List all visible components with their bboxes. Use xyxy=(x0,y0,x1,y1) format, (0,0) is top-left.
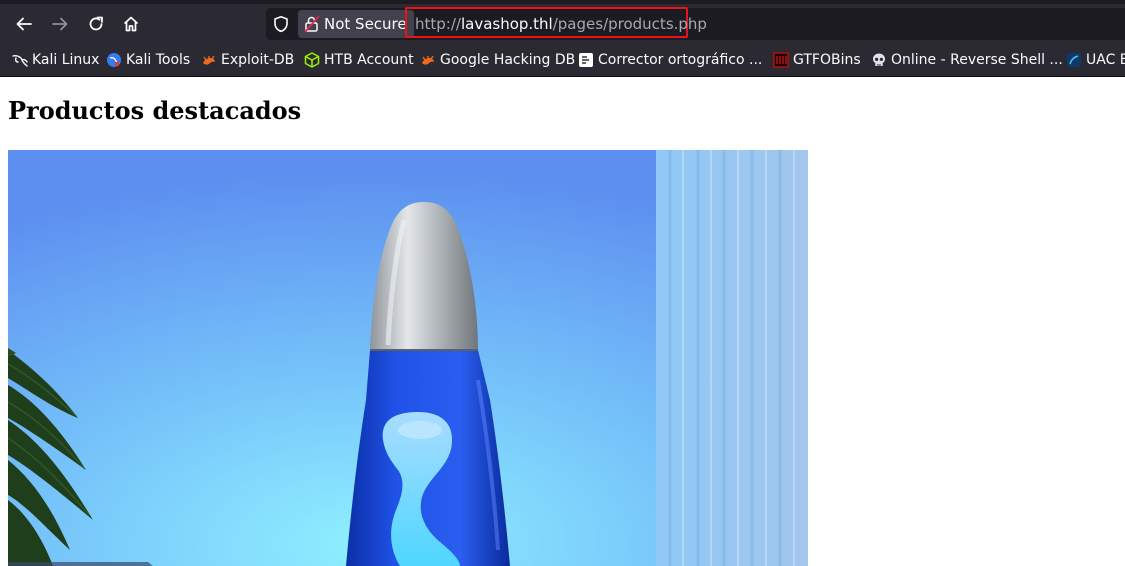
home-button[interactable] xyxy=(115,8,147,40)
bookmark-label: Kali Tools xyxy=(126,52,191,68)
bookmark-label: Google Hacking DB xyxy=(440,52,576,68)
page-title: Productos destacados xyxy=(8,96,302,125)
ghdb-icon xyxy=(422,55,434,65)
bookmark-gtfobins[interactable]: GTFOBins xyxy=(773,44,861,76)
bookmarks-toolbar: Kali Linux Kali Tools Exploit-DB HTB Acc… xyxy=(0,44,1125,77)
bookmark-label: UAC B xyxy=(1086,52,1125,68)
bookmark-label: Corrector ortográfico ... xyxy=(598,52,763,68)
reload-icon xyxy=(89,16,103,31)
bookmark-htb-account[interactable]: HTB Account xyxy=(304,44,414,76)
url-host: lavashop.thl xyxy=(460,15,553,33)
corrector-icon xyxy=(579,53,593,67)
bookmark-google-hacking-db[interactable]: Google Hacking DB xyxy=(420,44,575,76)
bookmark-uac[interactable]: UAC B xyxy=(1066,44,1125,76)
reload-button[interactable] xyxy=(80,8,112,40)
security-label: Not Secure xyxy=(324,15,407,33)
bookmark-label: HTB Account xyxy=(324,52,414,68)
url-bar[interactable]: Not Secure http://lavashop.thl/pages/pro… xyxy=(266,7,1125,40)
kali-dragon-icon xyxy=(12,55,28,67)
bookmark-kali-linux[interactable]: Kali Linux xyxy=(12,44,99,76)
uac-icon xyxy=(1067,53,1081,67)
url-path: /pages/products.php xyxy=(552,15,707,33)
bookmark-corrector-ortografico[interactable]: Corrector ortográfico ... xyxy=(578,44,762,76)
url-text[interactable]: http://lavashop.thl/pages/products.php xyxy=(415,8,707,40)
url-scheme: http:// xyxy=(415,15,461,33)
bookmark-label: Kali Linux xyxy=(32,52,100,68)
gtfobins-icon xyxy=(773,52,789,68)
bookmark-label: GTFOBins xyxy=(793,52,861,68)
security-indicator[interactable]: Not Secure xyxy=(298,10,414,38)
forward-button[interactable] xyxy=(44,8,76,40)
skull-icon xyxy=(873,53,885,66)
exploit-db-icon xyxy=(203,55,215,65)
browser-toolbar: Not Secure http://lavashop.thl/pages/pro… xyxy=(0,0,1125,44)
lava-lamp-image xyxy=(8,150,808,566)
htb-cube-icon xyxy=(304,52,320,68)
shield-icon[interactable] xyxy=(272,15,290,33)
arrow-right-icon xyxy=(52,17,68,31)
back-button[interactable] xyxy=(8,8,40,40)
bookmark-label: Exploit-DB xyxy=(221,52,295,68)
product-image xyxy=(8,150,808,566)
home-icon xyxy=(123,16,139,32)
kali-tools-icon xyxy=(107,53,121,67)
bookmark-exploit-db[interactable]: Exploit-DB xyxy=(201,44,294,76)
arrow-left-icon xyxy=(16,17,32,31)
bookmark-kali-tools[interactable]: Kali Tools xyxy=(106,44,190,76)
bookmark-online-reverse-shell[interactable]: Online - Reverse Shell ... xyxy=(871,44,1063,76)
bookmark-label: Online - Reverse Shell ... xyxy=(891,52,1063,68)
insecure-lock-icon xyxy=(304,15,320,33)
